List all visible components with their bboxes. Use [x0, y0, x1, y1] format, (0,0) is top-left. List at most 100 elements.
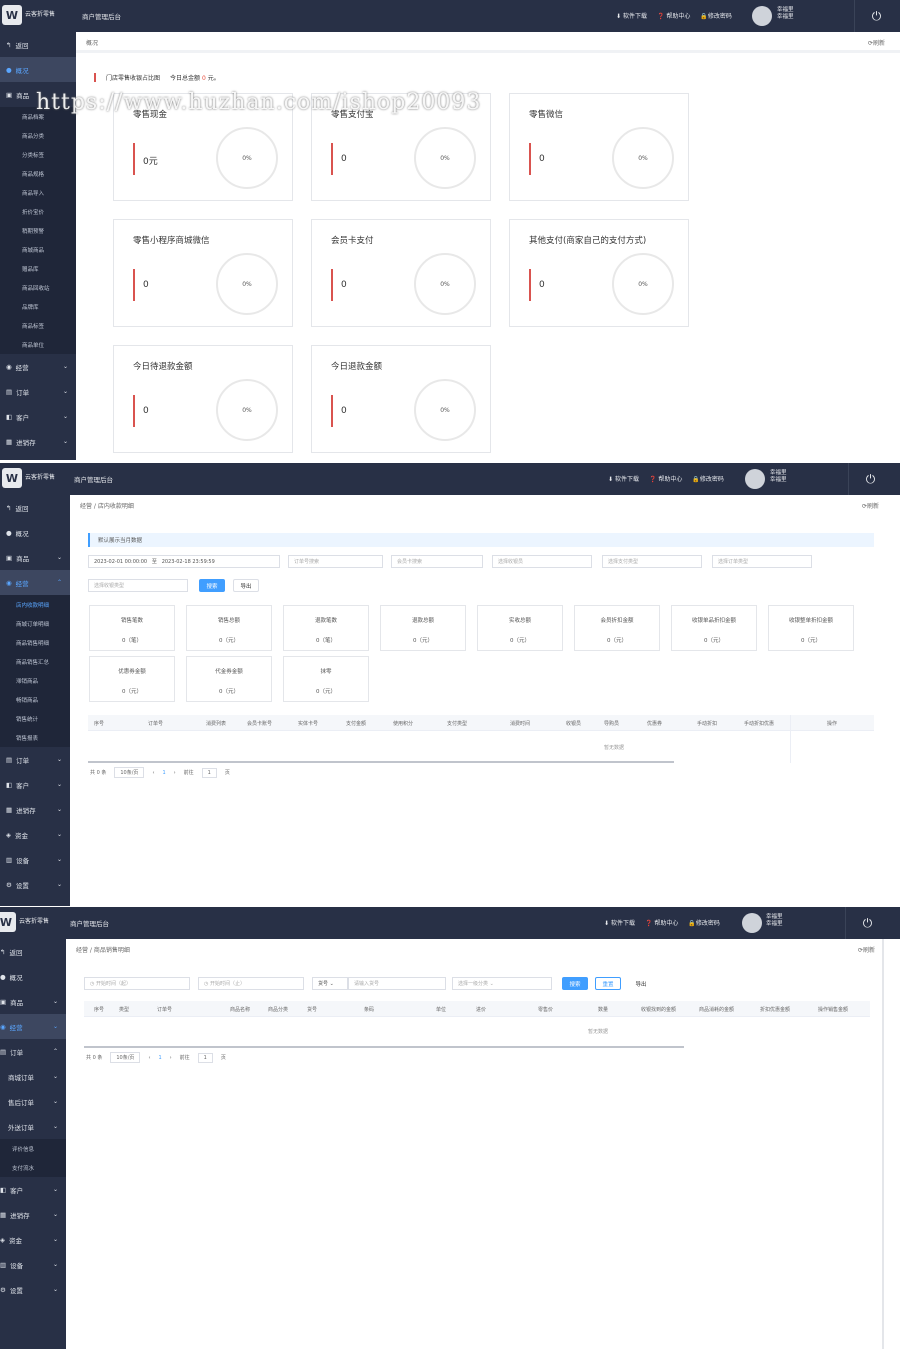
- sidebar-item-settings[interactable]: ⚙ 设置 ⌄: [0, 872, 70, 897]
- next-page-button[interactable]: ›: [170, 1055, 172, 1061]
- sidebar-item-customers[interactable]: ◧ 客户 ⌄: [0, 404, 76, 429]
- goto-page-input[interactable]: 1: [201, 767, 217, 778]
- pay-type-select[interactable]: 选择支付类型: [602, 555, 702, 568]
- submenu-item[interactable]: 商品回收站: [0, 278, 76, 297]
- export-button[interactable]: 导出: [628, 977, 654, 990]
- refresh-button[interactable]: ⟳刷新: [858, 945, 875, 954]
- help-link[interactable]: ❓ 帮助中心: [645, 918, 678, 927]
- power-icon[interactable]: ⏻: [854, 0, 898, 32]
- submenu-item[interactable]: 商品规格: [0, 164, 76, 183]
- submenu-item[interactable]: 支付流水: [0, 1158, 66, 1177]
- submenu-item[interactable]: 商品标签: [0, 316, 76, 335]
- start-time-to-input[interactable]: ◷ 开始时间（止）: [198, 977, 304, 990]
- password-link[interactable]: 🔒修改密码: [688, 918, 720, 927]
- sidebar-item-back[interactable]: ↰ 返回: [0, 32, 76, 57]
- page-number[interactable]: 1: [158, 1055, 161, 1061]
- submenu-item[interactable]: 店内收款明细: [0, 595, 70, 614]
- sidebar-item-customers[interactable]: ◧ 客户 ⌄: [0, 1177, 66, 1202]
- sidebar-item-settings[interactable]: ⚙ 设置 ⌄: [0, 1277, 66, 1302]
- submenu-item[interactable]: 商品单位: [0, 335, 76, 354]
- sidebar-item-inventory[interactable]: ▦ 进销存 ⌄: [0, 429, 76, 454]
- sidebar-item-customers[interactable]: ◧ 客户 ⌄: [0, 772, 70, 797]
- submenu-item[interactable]: 商品分类: [0, 126, 76, 145]
- date-range-picker[interactable]: 2023-02-01 00:00:00 至 2023-02-18 23:59:5…: [88, 555, 280, 568]
- sidebar-item-delivery-orders[interactable]: 外送订单 ⌄: [0, 1114, 66, 1139]
- submenu-item[interactable]: 稍期预警: [0, 221, 76, 240]
- cashier-type-select[interactable]: 选择收银类型: [88, 579, 188, 592]
- sidebar-item-overview[interactable]: ● 概况: [0, 520, 70, 545]
- page-number[interactable]: 1: [162, 770, 165, 776]
- refresh-button[interactable]: ⟳刷新: [868, 38, 885, 47]
- download-link[interactable]: ⬇ 软件下载: [616, 11, 647, 20]
- user-name[interactable]: 幸福里 幸福里: [766, 914, 783, 928]
- submenu-item[interactable]: 折价宝价: [0, 202, 76, 221]
- horizontal-scrollbar[interactable]: [84, 1046, 684, 1048]
- order-type-select[interactable]: 选择订单类型: [712, 555, 812, 568]
- submenu-item[interactable]: 销售报表: [0, 728, 70, 747]
- page-size-select[interactable]: 10条/页: [110, 1052, 141, 1063]
- submenu-item[interactable]: 商城商品: [0, 240, 76, 259]
- help-link[interactable]: ❓ 帮助中心: [649, 474, 682, 483]
- sidebar-item-overview[interactable]: ● 概况: [0, 964, 66, 989]
- sidebar-item-aftersale-orders[interactable]: 售后订单 ⌄: [0, 1089, 66, 1114]
- submenu-item[interactable]: 商品销售明细: [0, 633, 70, 652]
- sidebar-item-goods[interactable]: ▣ 商品 ⌄: [0, 545, 70, 570]
- breadcrumb[interactable]: 概况: [86, 38, 98, 47]
- submenu-item[interactable]: 商城订单明细: [0, 614, 70, 633]
- submenu-item[interactable]: 畅销商品: [0, 690, 70, 709]
- field-select[interactable]: 货号 ⌄: [312, 977, 348, 990]
- page-size-select[interactable]: 10条/页: [114, 767, 145, 778]
- start-time-from-input[interactable]: ◷ 开始时间（起）: [84, 977, 190, 990]
- goto-page-input[interactable]: 1: [197, 1052, 213, 1063]
- avatar[interactable]: [742, 913, 762, 933]
- submenu-item[interactable]: 销售统计: [0, 709, 70, 728]
- password-link[interactable]: 🔒修改密码: [692, 474, 724, 483]
- help-link[interactable]: ❓ 帮助中心: [657, 11, 690, 20]
- user-name[interactable]: 幸福里 幸福里: [777, 7, 794, 21]
- submenu-item[interactable]: 赠品库: [0, 259, 76, 278]
- goods-number-input[interactable]: 请输入货号: [348, 977, 446, 990]
- reset-button[interactable]: 重置: [595, 977, 621, 990]
- prev-page-button[interactable]: ‹: [148, 1055, 150, 1061]
- avatar[interactable]: [752, 6, 772, 26]
- export-button[interactable]: 导出: [233, 579, 259, 592]
- breadcrumb[interactable]: 经营 / 店内收款明细: [80, 501, 134, 510]
- refresh-button[interactable]: ⟳刷新: [862, 501, 879, 510]
- power-icon[interactable]: ⏻: [848, 463, 892, 495]
- breadcrumb[interactable]: 经营 / 商品销售明细: [76, 945, 130, 954]
- sidebar-item-funds[interactable]: ◈ 资金 ⌄: [0, 822, 70, 847]
- avatar[interactable]: [745, 469, 765, 489]
- category-select[interactable]: 选择一级分类 ⌄: [452, 977, 552, 990]
- next-page-button[interactable]: ›: [174, 770, 176, 776]
- sidebar-item-overview[interactable]: ● 概况: [0, 57, 76, 82]
- search-button[interactable]: 搜索: [199, 579, 225, 592]
- sidebar-item-business[interactable]: ◉ 经营 ⌄: [0, 354, 76, 379]
- cashier-select[interactable]: 选择收银员: [492, 555, 592, 568]
- sidebar-item-business[interactable]: ◉ 经营 ⌄: [0, 1014, 66, 1039]
- card-search-input[interactable]: 会员卡搜索: [391, 555, 483, 568]
- submenu-item[interactable]: 商品导入: [0, 183, 76, 202]
- order-search-input[interactable]: 订单号搜索: [288, 555, 383, 568]
- sidebar-item-orders[interactable]: ▤ 订单 ⌄: [0, 747, 70, 772]
- search-button[interactable]: 搜索: [562, 977, 588, 990]
- sidebar-item-orders[interactable]: ▤ 订单 ⌄: [0, 379, 76, 404]
- sidebar-item-back[interactable]: ↰ 返回: [0, 495, 70, 520]
- sidebar-item-funds[interactable]: ◈ 资金 ⌄: [0, 1227, 66, 1252]
- submenu-item[interactable]: 商品销售汇总: [0, 652, 70, 671]
- horizontal-scrollbar[interactable]: [88, 761, 674, 763]
- download-link[interactable]: ⬇ 软件下载: [604, 918, 635, 927]
- power-icon[interactable]: ⏻: [845, 907, 889, 939]
- submenu-item[interactable]: 评价信息: [0, 1139, 66, 1158]
- sidebar-item-devices[interactable]: ▥ 设备 ⌄: [0, 1252, 66, 1277]
- sidebar-item-business[interactable]: ◉ 经营 ⌃: [0, 570, 70, 595]
- sidebar-item-goods[interactable]: ▣ 商品 ⌄: [0, 989, 66, 1014]
- sidebar-item-inventory[interactable]: ▦ 进销存 ⌄: [0, 1202, 66, 1227]
- prev-page-button[interactable]: ‹: [152, 770, 154, 776]
- sidebar-item-devices[interactable]: ▥ 设备 ⌄: [0, 847, 70, 872]
- sidebar-item-orders[interactable]: ▤ 订单 ⌃: [0, 1039, 66, 1064]
- sidebar-item-inventory[interactable]: ▦ 进销存 ⌄: [0, 797, 70, 822]
- submenu-item[interactable]: 分类标签: [0, 145, 76, 164]
- user-name[interactable]: 幸福里 幸福里: [770, 470, 787, 484]
- sidebar-item-mall-orders[interactable]: 商城订单 ⌄: [0, 1064, 66, 1089]
- submenu-item[interactable]: 滞销商品: [0, 671, 70, 690]
